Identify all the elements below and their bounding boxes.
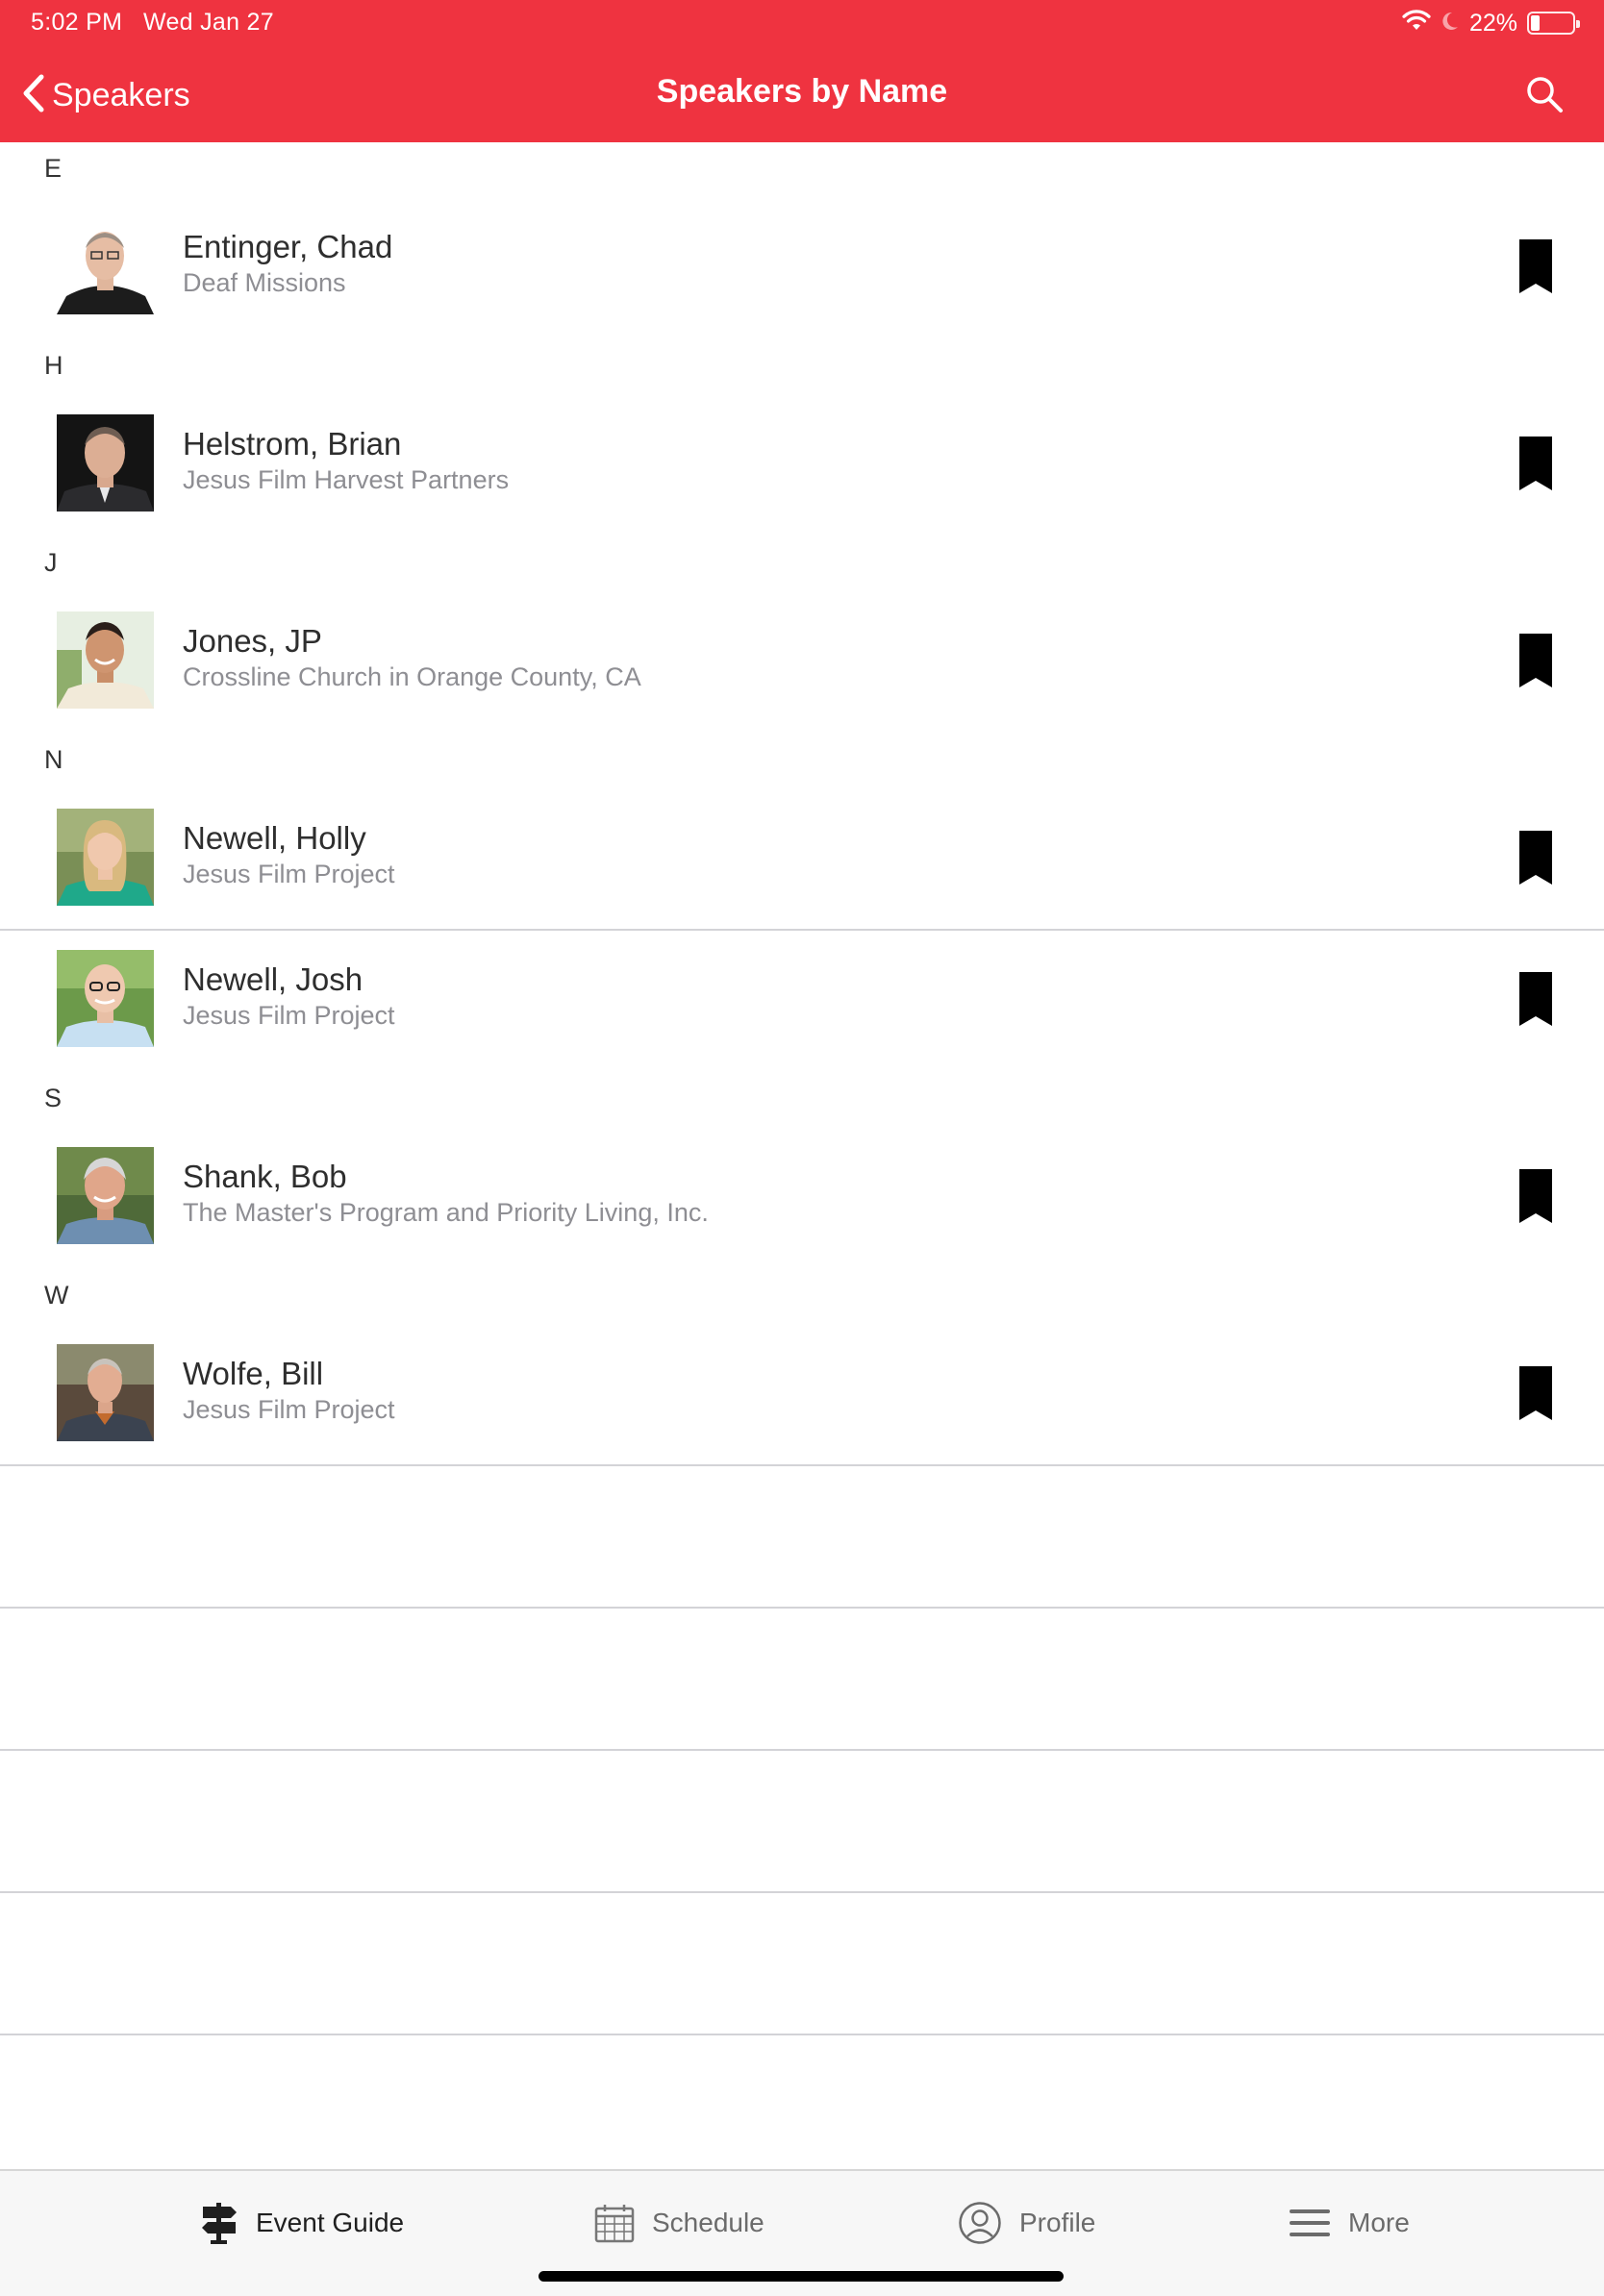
- tab-label: Schedule: [652, 2208, 764, 2237]
- empty-row: [0, 1609, 1604, 1751]
- status-time: 5:02 PM: [31, 9, 123, 36]
- bookmark-icon[interactable]: [1519, 972, 1552, 1026]
- speaker-name: Entinger, Chad: [183, 229, 393, 264]
- section-header: E: [44, 154, 63, 183]
- page-title: Speakers by Name: [656, 73, 948, 110]
- avatar: [57, 809, 154, 906]
- speaker-organization: Jesus Film Project: [183, 860, 395, 888]
- tab-profile[interactable]: Profile: [958, 2198, 1095, 2248]
- section-header: J: [44, 548, 58, 577]
- avatar: [57, 611, 154, 709]
- home-indicator: [539, 2271, 1064, 2282]
- avatar: [57, 1147, 154, 1244]
- avatar: [57, 414, 154, 512]
- speaker-name: Shank, Bob: [183, 1159, 347, 1194]
- speaker-row[interactable]: Newell, Holly Jesus Film Project: [0, 789, 1604, 931]
- empty-row: [0, 1751, 1604, 1893]
- tab-label: More: [1348, 2208, 1410, 2237]
- signpost-icon: [200, 2201, 238, 2245]
- speaker-organization: Crossline Church in Orange County, CA: [183, 662, 641, 691]
- speaker-row[interactable]: Shank, Bob The Master's Program and Prio…: [0, 1128, 1604, 1269]
- empty-row: [0, 1893, 1604, 2035]
- section-header: S: [44, 1084, 63, 1112]
- speaker-list: E Entinger, Chad Deaf Missions H Helstro…: [0, 142, 1604, 2035]
- header: 5:02 PM Wed Jan 27 22% Speakers Speakers…: [0, 0, 1604, 142]
- wifi-icon: [1402, 9, 1431, 37]
- speaker-row[interactable]: Newell, Josh Jesus Film Project: [0, 931, 1604, 1072]
- bookmark-icon[interactable]: [1519, 239, 1552, 293]
- moon-icon: [1441, 11, 1460, 37]
- tab-event-guide[interactable]: Event Guide: [200, 2198, 404, 2248]
- speaker-organization: Deaf Missions: [183, 268, 346, 297]
- avatar: [57, 1344, 154, 1441]
- section-header: W: [44, 1281, 69, 1310]
- section-header: H: [44, 351, 63, 380]
- bookmark-icon[interactable]: [1519, 1366, 1552, 1420]
- section-header: N: [44, 745, 63, 774]
- battery-percent: 22%: [1468, 9, 1517, 37]
- avatar: [57, 950, 154, 1047]
- speaker-organization: The Master's Program and Priority Living…: [183, 1198, 709, 1227]
- battery-icon: [1527, 12, 1580, 35]
- bookmark-icon[interactable]: [1519, 437, 1552, 490]
- speaker-organization: Jesus Film Project: [183, 1001, 395, 1030]
- status-bar: 5:02 PM Wed Jan 27 22%: [0, 0, 1604, 46]
- status-indicators: 22%: [1402, 8, 1580, 38]
- speaker-name: Jones, JP: [183, 623, 322, 659]
- profile-icon: [958, 2201, 1002, 2245]
- calendar-icon: [594, 2203, 635, 2243]
- tab-label: Event Guide: [256, 2208, 405, 2237]
- empty-row: [0, 1466, 1604, 1609]
- tab-more[interactable]: More: [1289, 2198, 1410, 2248]
- speaker-row[interactable]: Entinger, Chad Deaf Missions: [0, 198, 1604, 339]
- speaker-name: Newell, Josh: [183, 961, 363, 997]
- bookmark-icon[interactable]: [1519, 831, 1552, 885]
- speaker-row[interactable]: Wolfe, Bill Jesus Film Project: [0, 1325, 1604, 1466]
- speaker-name: Helstrom, Brian: [183, 426, 402, 462]
- tab-label: Profile: [1019, 2208, 1096, 2237]
- speaker-organization: Jesus Film Project: [183, 1395, 395, 1424]
- speaker-row[interactable]: Helstrom, Brian Jesus Film Harvest Partn…: [0, 395, 1604, 537]
- bookmark-icon[interactable]: [1519, 634, 1552, 687]
- search-icon: [1523, 77, 1566, 119]
- speaker-name: Wolfe, Bill: [183, 1356, 324, 1391]
- menu-icon: [1289, 2207, 1331, 2239]
- speaker-name: Newell, Holly: [183, 820, 366, 856]
- nav-bar: Speakers Speakers by Name: [0, 46, 1604, 142]
- speaker-row[interactable]: Jones, JP Crossline Church in Orange Cou…: [0, 592, 1604, 734]
- status-date: Wed Jan 27: [143, 9, 274, 36]
- bookmark-icon[interactable]: [1519, 1169, 1552, 1223]
- search-button[interactable]: [1523, 73, 1566, 115]
- tab-schedule[interactable]: Schedule: [594, 2198, 764, 2248]
- avatar: [57, 217, 154, 314]
- speaker-organization: Jesus Film Harvest Partners: [183, 465, 510, 494]
